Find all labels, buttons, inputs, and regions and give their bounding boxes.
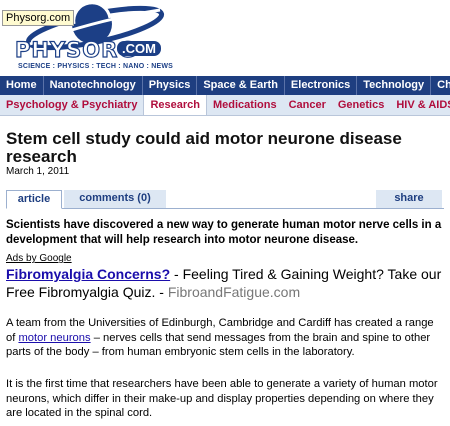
nav-item-physics[interactable]: Physics xyxy=(143,76,198,95)
page-title: Stem cell study could aid motor neurone … xyxy=(6,129,402,166)
article-lead: Scientists have discovered a new way to … xyxy=(6,219,442,246)
tab-article[interactable]: article xyxy=(6,190,62,209)
tab-share[interactable]: share xyxy=(376,190,442,208)
nav-item-chemistry[interactable]: Chemistry xyxy=(431,76,450,95)
nav-item-electronics[interactable]: Electronics xyxy=(285,76,358,95)
subnav-item-hiv-aids[interactable]: HIV & AIDS xyxy=(390,95,450,115)
article-tabs: article comments (0) share xyxy=(6,190,444,209)
motor-neurons-link[interactable]: motor neurons xyxy=(18,332,90,344)
ad-headline-link[interactable]: Fibromyalgia Concerns? xyxy=(6,266,170,282)
tooltip-badge: Physorg.com xyxy=(2,10,75,26)
nav-item-technology[interactable]: Technology xyxy=(357,76,432,95)
logo-com-badge: .COM xyxy=(117,41,161,56)
sub-nav: Psychology & Psychiatry Research Medicat… xyxy=(0,95,450,116)
subnav-item-research[interactable]: Research xyxy=(143,95,207,115)
text-ad: Fibromyalgia Concerns? - Feeling Tired &… xyxy=(6,265,446,301)
nav-item-space-earth[interactable]: Space & Earth xyxy=(197,76,285,95)
subnav-item-genetics[interactable]: Genetics xyxy=(332,95,390,115)
subnav-item-cancer[interactable]: Cancer xyxy=(283,95,332,115)
subnav-item-psychology[interactable]: Psychology & Psychiatry xyxy=(0,95,143,115)
nav-item-home[interactable]: Home xyxy=(0,76,44,95)
main-nav: Home Nanotechnology Physics Space & Eart… xyxy=(0,76,450,95)
tab-comments[interactable]: comments (0) xyxy=(64,190,166,208)
nav-item-nanotechnology[interactable]: Nanotechnology xyxy=(44,76,143,95)
article-paragraph-2: It is the first time that researchers ha… xyxy=(6,378,438,419)
article-date: March 1, 2011 xyxy=(6,166,70,177)
subnav-item-medications[interactable]: Medications xyxy=(207,95,283,115)
article-paragraph-1: A team from the Universities of Edinburg… xyxy=(6,316,446,360)
ads-by-google-link[interactable]: Ads by Google xyxy=(6,253,72,264)
ad-domain[interactable]: FibroandFatigue.com xyxy=(168,284,300,300)
logo-tagline: SCIENCE : PHYSICS : TECH : NANO : NEWS xyxy=(18,63,173,70)
site-header: Physorg.com PHYSORG .COM SCIENCE : PHYSI… xyxy=(0,0,450,75)
